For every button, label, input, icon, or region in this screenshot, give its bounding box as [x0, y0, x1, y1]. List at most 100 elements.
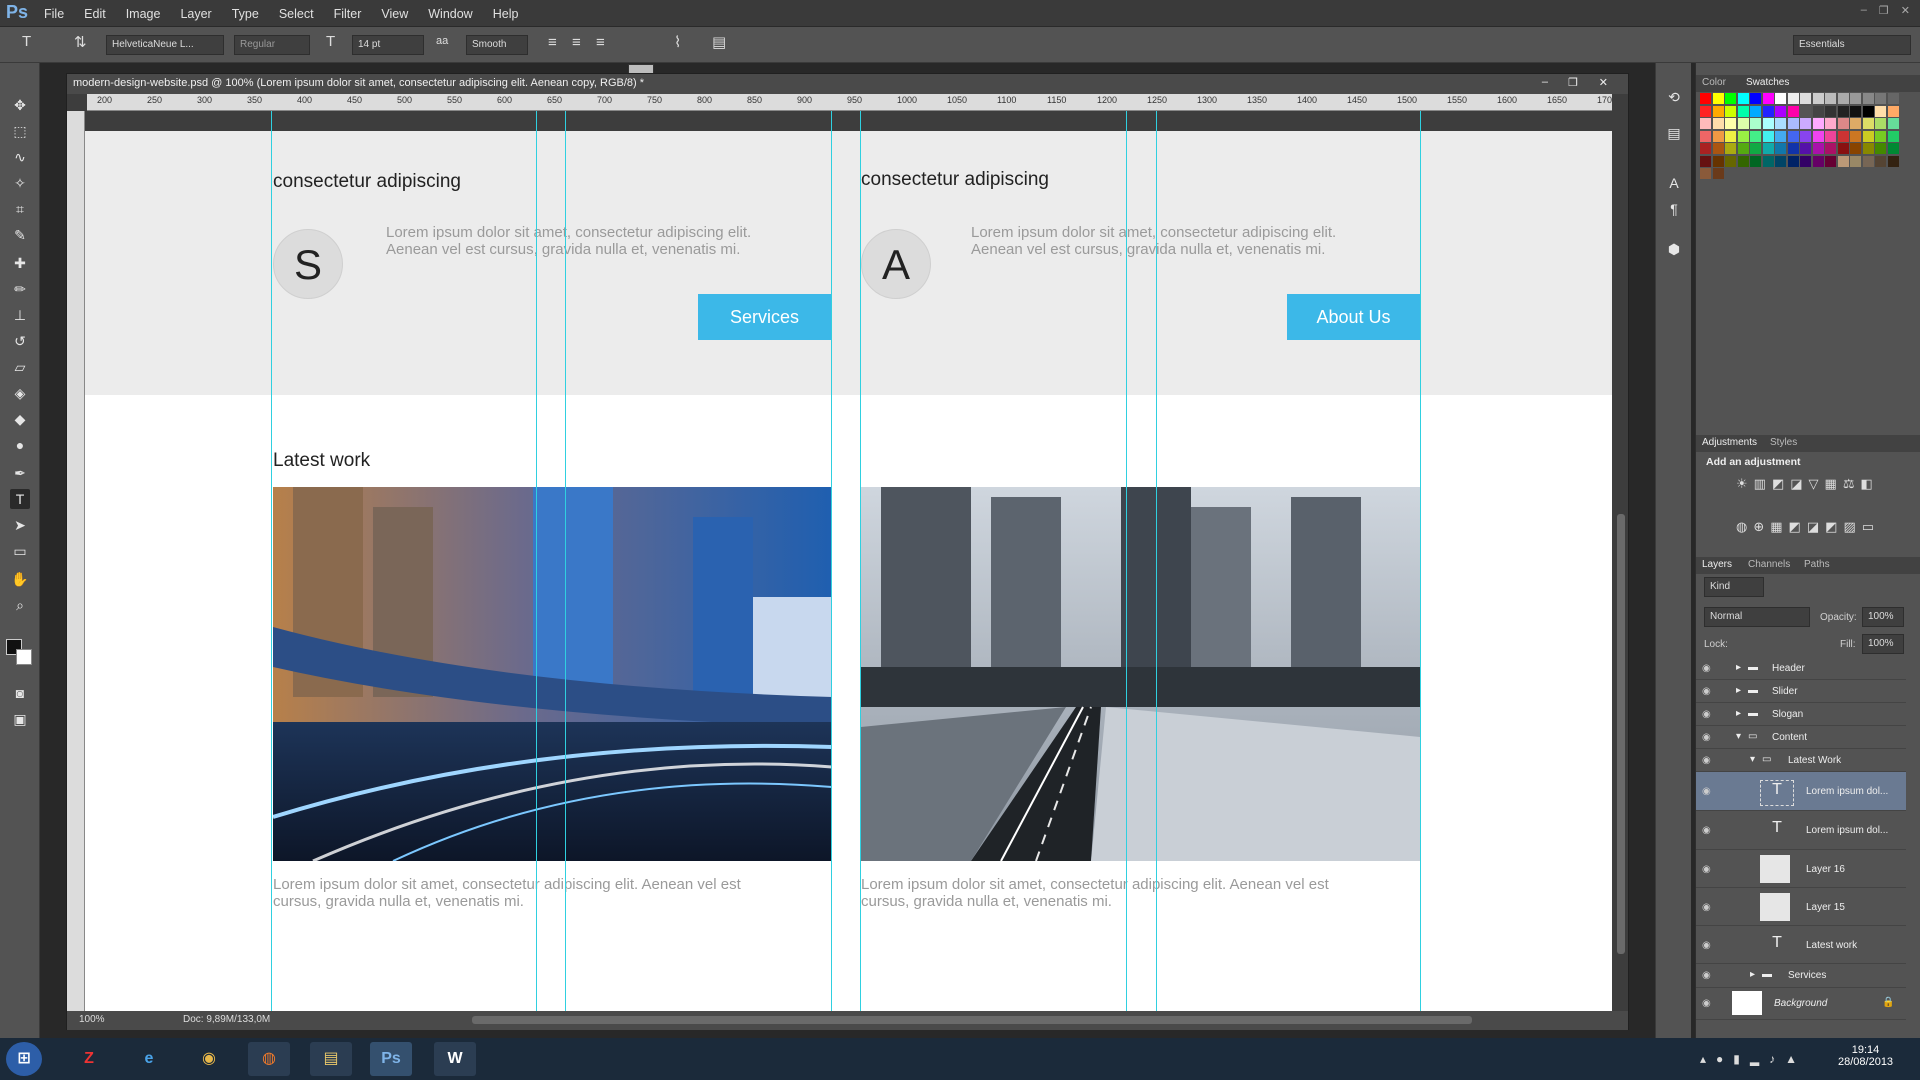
- pen-tool-icon[interactable]: ✒: [10, 463, 30, 483]
- menu-edit[interactable]: Edit: [84, 7, 106, 21]
- explorer-icon[interactable]: ▤: [310, 1042, 352, 1076]
- color-swatch[interactable]: [1850, 118, 1861, 129]
- paragraph-panel-icon[interactable]: ¶: [1664, 199, 1684, 219]
- text-orientation-icon[interactable]: ⇅: [74, 33, 87, 51]
- color-swatch[interactable]: [1800, 118, 1811, 129]
- color-swatch[interactable]: [1812, 105, 1824, 117]
- eye-icon[interactable]: ◉: [1702, 970, 1711, 981]
- font-size-select[interactable]: 14 pt: [352, 35, 424, 55]
- color-swatch[interactable]: [1737, 93, 1749, 104]
- color-swatch[interactable]: [1887, 118, 1899, 129]
- opacity-field[interactable]: 100%: [1862, 607, 1904, 627]
- color-swatch[interactable]: [1850, 130, 1861, 142]
- history-brush-icon[interactable]: ↺: [10, 331, 30, 351]
- tab-paths[interactable]: Paths: [1804, 559, 1830, 570]
- properties-panel-icon[interactable]: ▤: [1664, 123, 1684, 143]
- character-panel-icon[interactable]: A: [1664, 173, 1684, 193]
- color-swatch[interactable]: [1712, 130, 1724, 142]
- color-swatch[interactable]: [1750, 155, 1761, 167]
- menu-filter[interactable]: Filter: [334, 7, 362, 21]
- color-swatch[interactable]: [1762, 93, 1774, 104]
- color-swatch[interactable]: [1737, 130, 1749, 142]
- color-swatch[interactable]: [1812, 155, 1824, 167]
- filezilla-icon[interactable]: Z: [68, 1042, 110, 1076]
- invert-icon[interactable]: ◩: [1789, 519, 1801, 556]
- hand-tool-icon[interactable]: ✋: [10, 569, 30, 589]
- menu-view[interactable]: View: [381, 7, 408, 21]
- color-swatch[interactable]: [1837, 105, 1849, 117]
- brightness-icon[interactable]: ☀: [1736, 476, 1748, 513]
- color-swatch[interactable]: [1700, 105, 1711, 117]
- color-swatch[interactable]: [1875, 105, 1886, 117]
- color-swatch[interactable]: [1825, 118, 1836, 129]
- firefox-icon[interactable]: ◍: [248, 1042, 290, 1076]
- eye-icon[interactable]: ◉: [1702, 709, 1711, 720]
- eye-icon[interactable]: ◉: [1702, 902, 1711, 913]
- disclosure-icon[interactable]: ▸: [1736, 708, 1741, 719]
- color-swatch[interactable]: [1762, 143, 1774, 154]
- fill-field[interactable]: 100%: [1862, 634, 1904, 654]
- tray-app-icon[interactable]: ●: [1716, 1052, 1723, 1066]
- color-swatch[interactable]: [1725, 143, 1736, 154]
- threshold-icon[interactable]: ◩: [1825, 519, 1837, 556]
- layer-row[interactable]: ◉ Layer 15: [1696, 888, 1906, 926]
- word-icon[interactable]: W: [434, 1042, 476, 1076]
- menu-file[interactable]: File: [44, 7, 64, 21]
- color-swatch[interactable]: [1812, 93, 1824, 104]
- guide-line[interactable]: [1156, 111, 1157, 1011]
- color-swatch[interactable]: [1712, 155, 1724, 167]
- warp-text-icon[interactable]: ⌇: [674, 33, 681, 51]
- color-swatch[interactable]: [1750, 118, 1761, 129]
- color-swatch[interactable]: [1762, 130, 1774, 142]
- color-swatch[interactable]: [1787, 143, 1799, 154]
- eye-icon[interactable]: ◉: [1702, 786, 1711, 797]
- color-swatch[interactable]: [1750, 93, 1761, 104]
- color-swatch[interactable]: [1800, 130, 1811, 142]
- doc-restore-button[interactable]: ❐: [1568, 76, 1578, 89]
- color-swatch[interactable]: [1762, 105, 1774, 117]
- layer-row[interactable]: ◉ ▸ ▬ Slogan: [1696, 703, 1906, 726]
- tray-network-icon[interactable]: ▮: [1733, 1052, 1740, 1066]
- mixer-icon[interactable]: ⊕: [1753, 519, 1764, 556]
- layer-row-selected[interactable]: ◉ T Lorem ipsum dol...: [1696, 772, 1906, 811]
- color-swatch[interactable]: [1812, 118, 1824, 129]
- blur-tool-icon[interactable]: ◆: [10, 409, 30, 429]
- tray-drive-icon[interactable]: ▲: [1785, 1052, 1797, 1066]
- tray-volume-icon[interactable]: ♪: [1769, 1052, 1775, 1066]
- color-swatch[interactable]: [1837, 155, 1849, 167]
- menu-select[interactable]: Select: [279, 7, 314, 21]
- color-swatch[interactable]: [1837, 93, 1849, 104]
- color-swatch[interactable]: [1750, 130, 1761, 142]
- type-tool-icon[interactable]: T: [10, 489, 30, 509]
- shape-tool-icon[interactable]: ▭: [10, 541, 30, 561]
- color-swatch[interactable]: [1825, 155, 1836, 167]
- disclosure-icon[interactable]: ▾: [1736, 731, 1741, 742]
- color-swatch[interactable]: [1700, 155, 1711, 167]
- color-swatch[interactable]: [1737, 105, 1749, 117]
- color-swatch[interactable]: [1862, 130, 1874, 142]
- brush-tool-icon[interactable]: ✏: [10, 279, 30, 299]
- color-swatch[interactable]: [1787, 105, 1799, 117]
- color-swatch[interactable]: [1787, 130, 1799, 142]
- marquee-tool-icon[interactable]: ⬚: [10, 121, 30, 141]
- color-swatch[interactable]: [1775, 93, 1786, 104]
- screen-mode-icon[interactable]: ▣: [10, 709, 30, 729]
- color-swatch[interactable]: [1887, 143, 1899, 154]
- color-swatch[interactable]: [1887, 93, 1899, 104]
- color-swatch[interactable]: [1712, 118, 1724, 129]
- color-swatch[interactable]: [1862, 105, 1874, 117]
- menu-layer[interactable]: Layer: [180, 7, 211, 21]
- bw-icon[interactable]: ◧: [1861, 476, 1873, 513]
- document-tab[interactable]: modern-design-website.psd @ 100% (Lorem …: [67, 74, 1628, 94]
- color-swatch[interactable]: [1850, 155, 1861, 167]
- eye-icon[interactable]: ◉: [1702, 686, 1711, 697]
- photo-filter-icon[interactable]: ◍: [1736, 519, 1747, 556]
- color-swatch[interactable]: [1775, 155, 1786, 167]
- canvas-area[interactable]: consectetur adipiscing S Lorem ipsum dol…: [85, 131, 1612, 1011]
- curves-icon[interactable]: ◩: [1772, 476, 1784, 513]
- zoom-tool-icon[interactable]: ⌕: [10, 595, 30, 615]
- guide-line[interactable]: [536, 111, 537, 1011]
- color-swatch[interactable]: [1762, 155, 1774, 167]
- color-swatch[interactable]: [1725, 93, 1736, 104]
- eye-icon[interactable]: ◉: [1702, 755, 1711, 766]
